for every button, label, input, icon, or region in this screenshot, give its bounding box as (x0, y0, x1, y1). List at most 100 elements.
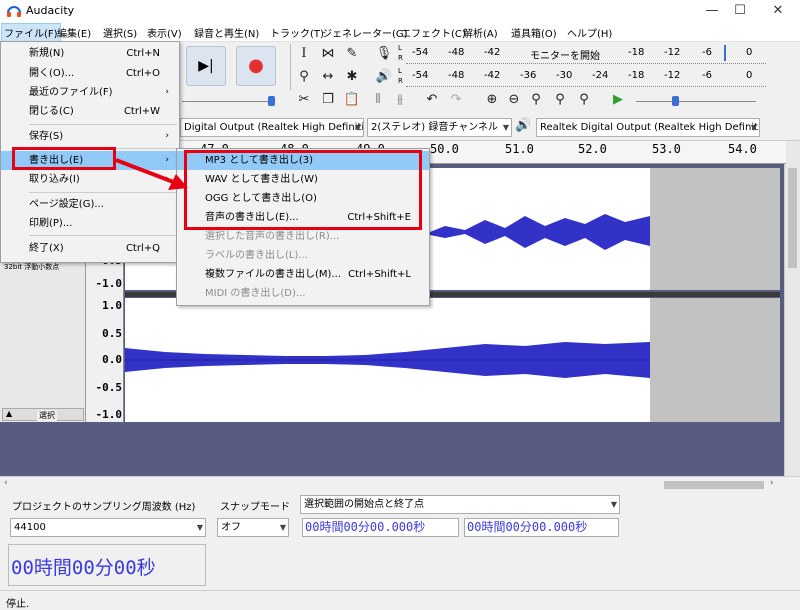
undo-button[interactable]: ↶ (422, 90, 442, 110)
vertical-scrollbar[interactable] (784, 164, 800, 476)
redo-icon: ↷ (450, 92, 462, 107)
snap-mode-select[interactable]: オフ ▼ (217, 518, 289, 537)
menu-print[interactable]: 印刷(P)... (1, 214, 179, 233)
double-arrow-icon: ↔ (322, 69, 334, 84)
menu-analyze[interactable]: 解析(A) (463, 25, 498, 40)
menu-open[interactable]: 開く(O)... Ctrl+O (1, 64, 179, 83)
ruler-end-cap (786, 141, 800, 164)
menu-view[interactable]: 表示(V) (147, 25, 182, 40)
menu-select[interactable]: 選択(S) (103, 25, 137, 40)
menu-tools[interactable]: 道具箱(O) (511, 25, 557, 40)
menu-item-label: 保存(S) (29, 131, 64, 142)
monitor-start-label[interactable]: モニターを開始 (530, 47, 600, 62)
speaker-meter-button[interactable]: 🔊 (374, 67, 394, 87)
menu-bar: ファイル(F) 編集(E) 選択(S) 表示(V) 録音と再生(N) トラック(… (0, 22, 800, 42)
menu-help[interactable]: ヘルプ(H) (567, 25, 612, 40)
zoom-in-button[interactable]: ⊕ (482, 90, 502, 110)
output-device-select[interactable]: Realtek Digital Output (Realtek High Def… (536, 118, 760, 137)
menu-recent-files[interactable]: 最近のファイル(F) › (1, 83, 179, 102)
fit-project-button[interactable]: ⚲ (550, 90, 570, 110)
collapse-track-icon[interactable]: ▲ (6, 409, 12, 418)
fit-selection-button[interactable]: ⚲ (526, 90, 546, 110)
menu-import[interactable]: 取り込み(I) › (1, 170, 179, 189)
scrollbar-thumb[interactable] (788, 168, 797, 268)
menu-item-label: MIDI の書き出し(D)... (205, 288, 306, 299)
status-bar: 停止. (0, 590, 800, 610)
audio-position-display[interactable]: 00時間00分00秒 (8, 544, 206, 586)
skip-end-button[interactable]: ▶| (186, 46, 226, 86)
play-at-speed-slider[interactable] (636, 101, 756, 102)
rec-scale-label: 0 (746, 47, 753, 58)
clipboard-icon: 📋 (343, 92, 361, 107)
playback-device-select[interactable]: Digital Output (Realtek High Definiti ▼ (180, 118, 364, 137)
menu-close[interactable]: 閉じる(C) Ctrl+W (1, 102, 179, 121)
scroll-left-icon[interactable]: ‹ (4, 478, 8, 488)
menu-tracks[interactable]: トラック(T) (270, 25, 324, 40)
audio-position-value: 00時間00分00秒 (11, 557, 156, 579)
multi-tool-button[interactable]: ✱ (342, 67, 362, 87)
menu-transport[interactable]: 録音と再生(N) (194, 25, 259, 40)
scale-label: -1.0 (95, 408, 123, 421)
close-button[interactable]: ✕ (762, 0, 794, 22)
playback-device-value: Digital Output (Realtek High Definiti (184, 122, 364, 133)
cut-button[interactable]: ✂ (294, 90, 314, 110)
paste-button[interactable]: 📋 (342, 90, 362, 110)
menu-effect[interactable]: エフェクト(C) (401, 25, 466, 40)
redo-button[interactable]: ↷ (446, 90, 466, 110)
track-select-button[interactable]: 選択 (37, 410, 57, 421)
zoom-out-button[interactable]: ⊖ (504, 90, 524, 110)
menu-page-setup[interactable]: ページ設定(G)... (1, 195, 179, 214)
draw-tool-button[interactable]: ✎ (342, 44, 362, 64)
timeshift-tool-button[interactable]: ↔ (318, 67, 338, 87)
play-at-speed-button[interactable]: ▶ (608, 90, 628, 110)
project-rate-select[interactable]: 44100 ▼ (10, 518, 206, 537)
zoom-toggle-button[interactable]: ⚲ (574, 90, 594, 110)
record-meter[interactable]: -54 -48 -42 モニターを開始 -18 -12 -6 0 (406, 44, 766, 64)
maximize-button[interactable]: ☐ (724, 0, 756, 22)
menu-generate[interactable]: ジェネレーター(G) (322, 25, 408, 40)
trim-button[interactable]: ⫴ (368, 90, 388, 110)
selection-end-time[interactable]: 00時間00分00.000秒 (464, 518, 619, 537)
menu-save[interactable]: 保存(S) › (1, 127, 179, 146)
playback-meter[interactable]: -54 -48 -42 -36 -30 -24 -18 -12 -6 0 (406, 67, 766, 87)
record-icon: ● (248, 55, 264, 76)
rec-channels-select[interactable]: 2(ステレオ) 録音チャンネル ▼ (367, 118, 512, 137)
slider-thumb[interactable] (268, 96, 275, 106)
selection-range-select[interactable]: 選択範囲の開始点と終了点 ▼ (300, 495, 620, 514)
chevron-down-icon: ▼ (196, 523, 203, 532)
selection-start-time[interactable]: 00時間00分00.000秒 (302, 518, 459, 537)
scroll-right-icon[interactable]: › (770, 478, 774, 488)
selection-tool-button[interactable]: I (294, 44, 314, 64)
hscroll-thumb[interactable] (664, 481, 764, 489)
playback-speed-slider[interactable] (182, 101, 274, 102)
speed-slider-thumb[interactable] (672, 96, 679, 106)
window-title: Audacity (26, 4, 75, 17)
zoom-out-icon: ⊖ (508, 92, 520, 107)
empty-track-space[interactable] (0, 426, 784, 476)
menu-export-labels: ラベルの書き出し(L)... (177, 246, 429, 265)
trim-icon: ⫴ (375, 92, 381, 107)
record-button[interactable]: ● (236, 46, 276, 86)
play-scale-label: -36 (520, 70, 537, 81)
waveform-channel-right[interactable] (125, 298, 780, 422)
menu-new[interactable]: 新規(N) Ctrl+N (1, 44, 179, 63)
play-scale-label: -24 (592, 70, 609, 81)
fit-selection-icon: ⚲ (531, 92, 541, 107)
rec-scale-label: -54 (412, 47, 429, 58)
horizontal-scrollbar[interactable]: ‹ › (0, 476, 800, 492)
menu-file[interactable]: ファイル(F) (1, 23, 61, 42)
menu-exit[interactable]: 終了(X) Ctrl+Q (1, 239, 179, 258)
end-time-value: 00時間00分00.000秒 (467, 520, 588, 534)
zoom-tool-button[interactable]: ⚲ (294, 67, 314, 87)
i-beam-icon: I (301, 46, 307, 61)
magnifier-icon: ⚲ (299, 69, 309, 84)
envelope-tool-button[interactable]: ⋈ (318, 44, 338, 64)
asterisk-icon: ✱ (346, 69, 358, 84)
menu-item-label: 終了(X) (29, 243, 64, 254)
menu-export-multiple[interactable]: 複数ファイルの書き出し(M)... Ctrl+Shift+L (177, 265, 429, 284)
chevron-down-icon: ▼ (502, 123, 509, 132)
copy-button[interactable]: ❐ (318, 90, 338, 110)
silence-button[interactable]: ⫵ (390, 90, 410, 110)
mic-meter-button[interactable]: 🎙 (374, 44, 394, 64)
menu-edit[interactable]: 編集(E) (57, 25, 91, 40)
